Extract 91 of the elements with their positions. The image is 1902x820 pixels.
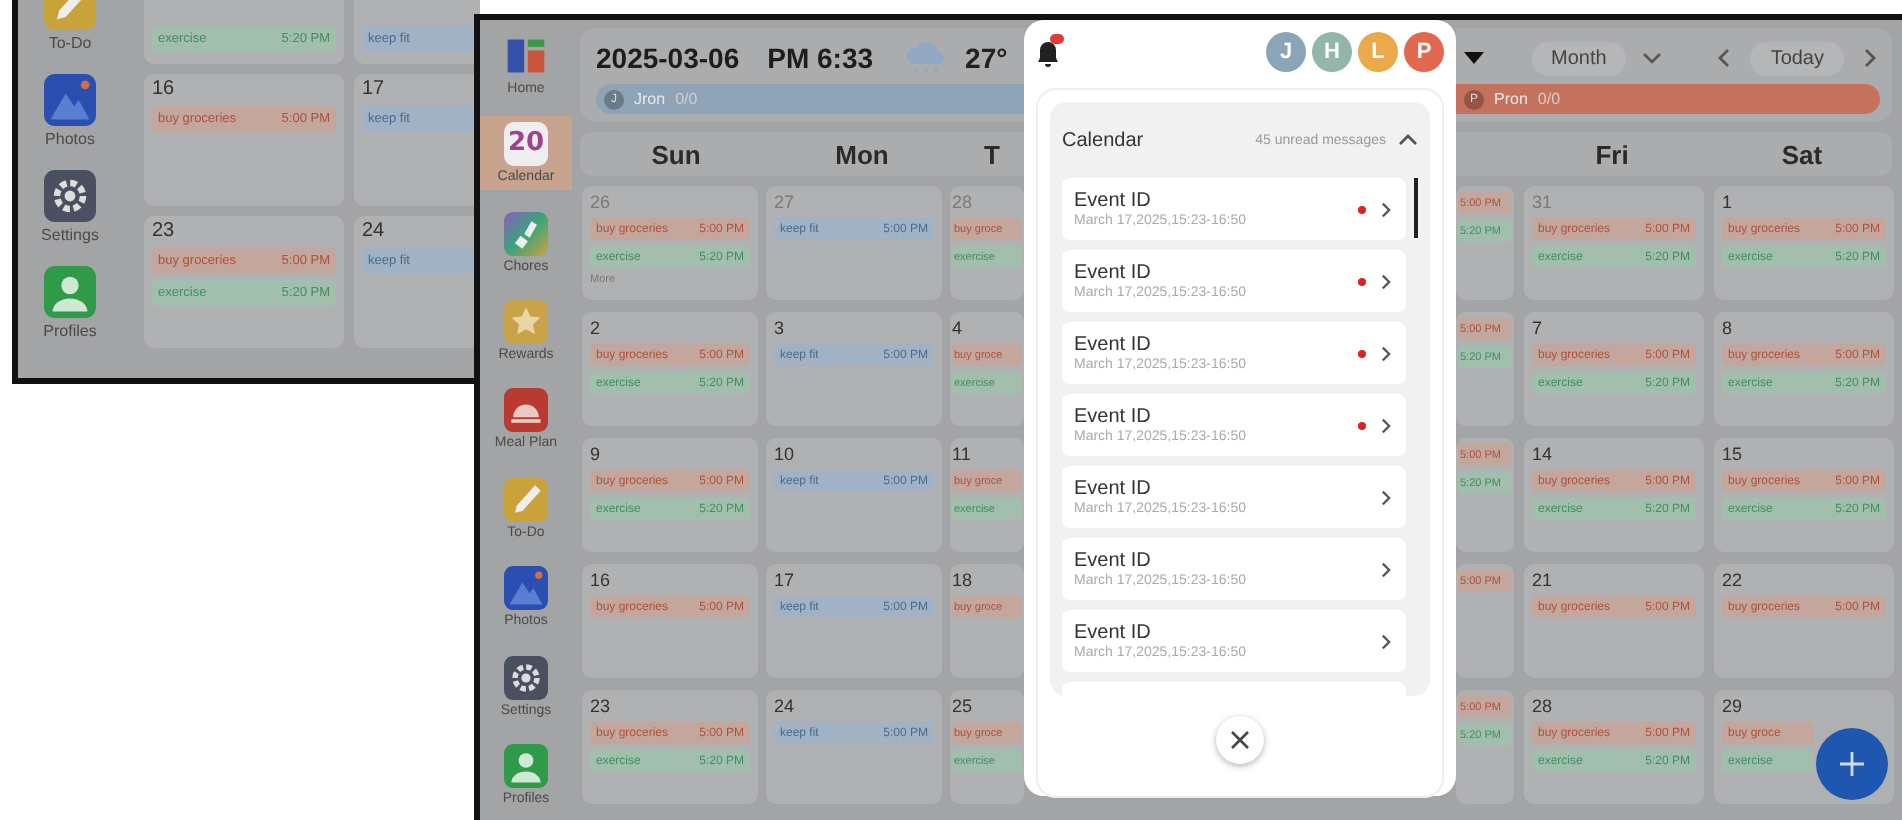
previous-button[interactable] (1714, 48, 1735, 68)
cloche-icon (504, 388, 548, 433)
day-number: 31 (1532, 192, 1555, 212)
day-number: 21 (1532, 570, 1555, 590)
day-number: 22 (1722, 570, 1745, 590)
person-icon (504, 744, 548, 789)
message-title: Event ID (1074, 190, 1153, 212)
member-name: Jron (634, 90, 666, 108)
day-number: 16 (152, 80, 177, 100)
date-text: 2025-03-06 (596, 42, 740, 74)
day-number: 28 (1532, 696, 1555, 716)
caret-icon[interactable] (1463, 52, 1484, 64)
chevron-right-icon (1378, 631, 1394, 651)
sidebar-item[interactable]: Photos (18, 68, 122, 154)
day-number: 10 (774, 444, 797, 464)
scrollbar[interactable] (1414, 178, 1418, 238)
mountain-icon (44, 74, 96, 126)
plus-icon (1838, 750, 1866, 778)
weekday-label: Sat (1779, 139, 1825, 169)
temperature-text: 27° (965, 42, 1008, 74)
avatar[interactable]: L (1358, 32, 1398, 72)
message-title: Event ID (1074, 478, 1153, 500)
close-icon (1230, 730, 1250, 750)
chevron-left-icon (1714, 48, 1735, 68)
day-number: 15 (1722, 444, 1745, 464)
person-icon (44, 266, 96, 318)
chevron-right-icon (1378, 271, 1394, 291)
bell-icon[interactable] (1036, 36, 1064, 68)
day-number: 8 (1722, 318, 1735, 338)
group-title: Calendar (1062, 129, 1146, 151)
sidebar-item[interactable]: Settings (18, 164, 122, 250)
dropdown-button[interactable] (1642, 48, 1663, 68)
avatar[interactable]: J (1266, 32, 1306, 72)
member-count: 0/0 (1537, 90, 1561, 108)
message-title: Event ID (1074, 262, 1153, 284)
mountain-icon (504, 566, 548, 611)
chevron-right-icon (1860, 48, 1880, 68)
chevron-icon[interactable] (1398, 130, 1418, 150)
day-number: 24 (362, 222, 387, 242)
day-number: 26 (590, 192, 613, 212)
day-number: 18 (952, 570, 975, 590)
clock-text: PM 6:33 (767, 42, 874, 74)
avatar[interactable]: H (1312, 32, 1352, 72)
message-title: Event ID (1074, 334, 1153, 356)
day-number: 23 (590, 696, 613, 716)
day-number: 24 (774, 696, 797, 716)
gear-icon (44, 170, 96, 222)
weekday-label: Mon (833, 139, 891, 169)
day-number: 29 (1722, 696, 1745, 716)
chevron-right-icon (1378, 199, 1394, 219)
chevron-down-icon (1642, 48, 1663, 68)
close-button[interactable] (1216, 716, 1264, 764)
day-number: 4 (952, 318, 965, 338)
day-number: 25 (952, 696, 975, 716)
chevron-right-icon (1378, 559, 1394, 579)
chevron-right-icon (1378, 415, 1394, 435)
day-number: 14 (1532, 444, 1555, 464)
view-select[interactable]: Month (1531, 41, 1627, 75)
member-count: 0/0 (675, 90, 698, 108)
member-name: Pron (1494, 90, 1528, 108)
day-number: 11 (952, 444, 973, 464)
message-title: Event ID (1074, 406, 1153, 428)
day-number: 28 (952, 192, 975, 212)
day-number: 17 (774, 570, 797, 590)
day-number: 23 (152, 222, 177, 242)
day-number: 27 (774, 192, 797, 212)
sidebar-item[interactable]: To-Do (18, 0, 122, 58)
chevron-right-icon (1378, 487, 1394, 507)
pencil-icon (504, 477, 548, 522)
day-number: 17 (362, 80, 387, 100)
today-button[interactable]: Today (1750, 41, 1844, 75)
message-title: Event ID (1074, 550, 1153, 572)
broom-icon (504, 211, 548, 256)
add-button[interactable] (1816, 728, 1888, 800)
calendar-icon: 20 (504, 122, 548, 167)
cloud-icon (901, 40, 950, 76)
message-title: Event ID (1074, 622, 1153, 644)
day-number: 1 (1722, 192, 1735, 212)
day-number: 2 (590, 318, 603, 338)
day-number: 3 (774, 318, 787, 338)
avatar[interactable]: P (1404, 32, 1444, 72)
weekday-label: T (982, 139, 1002, 169)
gear-icon (504, 655, 548, 700)
sidebar-item[interactable]: Profiles (18, 260, 122, 346)
day-number: 16 (590, 570, 613, 590)
day-number: 9 (590, 444, 603, 464)
chevron-right-icon (1378, 343, 1394, 363)
next-button[interactable] (1860, 48, 1880, 68)
weekday-label: Fri (1593, 139, 1631, 169)
weekday-label: Sun (649, 139, 703, 169)
day-number: 7 (1532, 318, 1545, 338)
